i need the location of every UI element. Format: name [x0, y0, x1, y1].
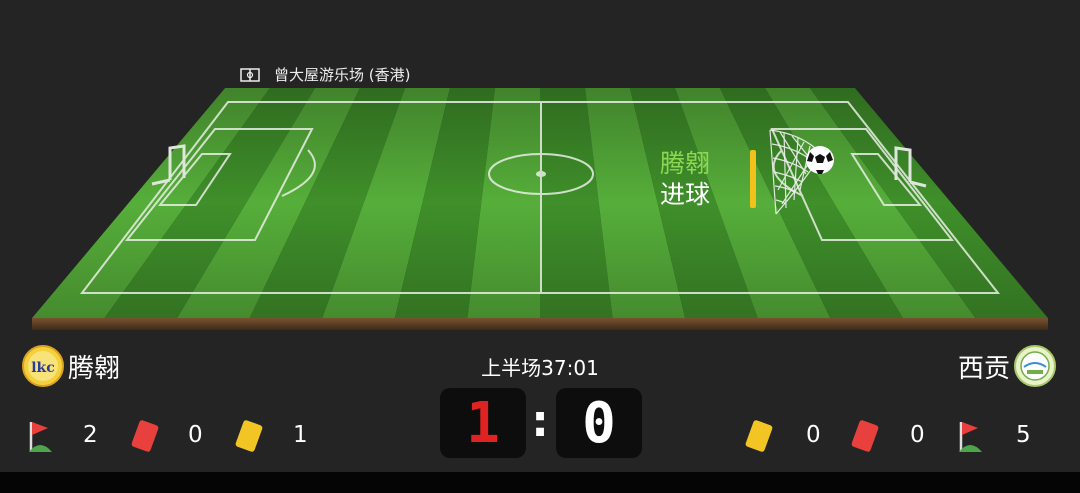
away-red-cards: 0 [910, 422, 925, 448]
red-card-icon [851, 420, 879, 452]
goal-event: 腾翱 进球 [660, 148, 710, 210]
match-period-time: 上半场37:01 [481, 356, 599, 380]
home-score: 1 [440, 388, 526, 458]
bottom-bar [0, 472, 1080, 493]
home-stats: 2 0 1 [26, 418, 316, 458]
home-red-cards: 0 [188, 422, 203, 448]
corner-flag-icon [959, 422, 982, 452]
venue-name: 曾大屋游乐场 (香港) [274, 66, 411, 84]
football-pitch [32, 88, 1048, 330]
away-score: 0 [556, 388, 642, 458]
home-yellow-cards: 1 [293, 422, 308, 448]
home-corners: 2 [83, 422, 98, 448]
goal-net-icon [769, 129, 834, 215]
yellow-card-icon [235, 420, 263, 452]
corner-flag-icon [29, 422, 52, 452]
score-separator: : [531, 396, 549, 447]
stadium-icon [240, 67, 260, 82]
event-team: 腾翱 [660, 149, 711, 178]
away-stats: 0 0 5 [742, 418, 1042, 458]
yellow-card-icon [745, 420, 773, 452]
pitch-soil-edge [32, 318, 1048, 330]
away-yellow-cards: 0 [806, 422, 821, 448]
red-card-icon [131, 420, 159, 452]
event-action: 进球 [660, 180, 711, 209]
away-corners: 5 [1016, 422, 1031, 448]
event-divider [750, 150, 756, 208]
venue: 曾大屋游乐场 (香港) [240, 64, 410, 85]
